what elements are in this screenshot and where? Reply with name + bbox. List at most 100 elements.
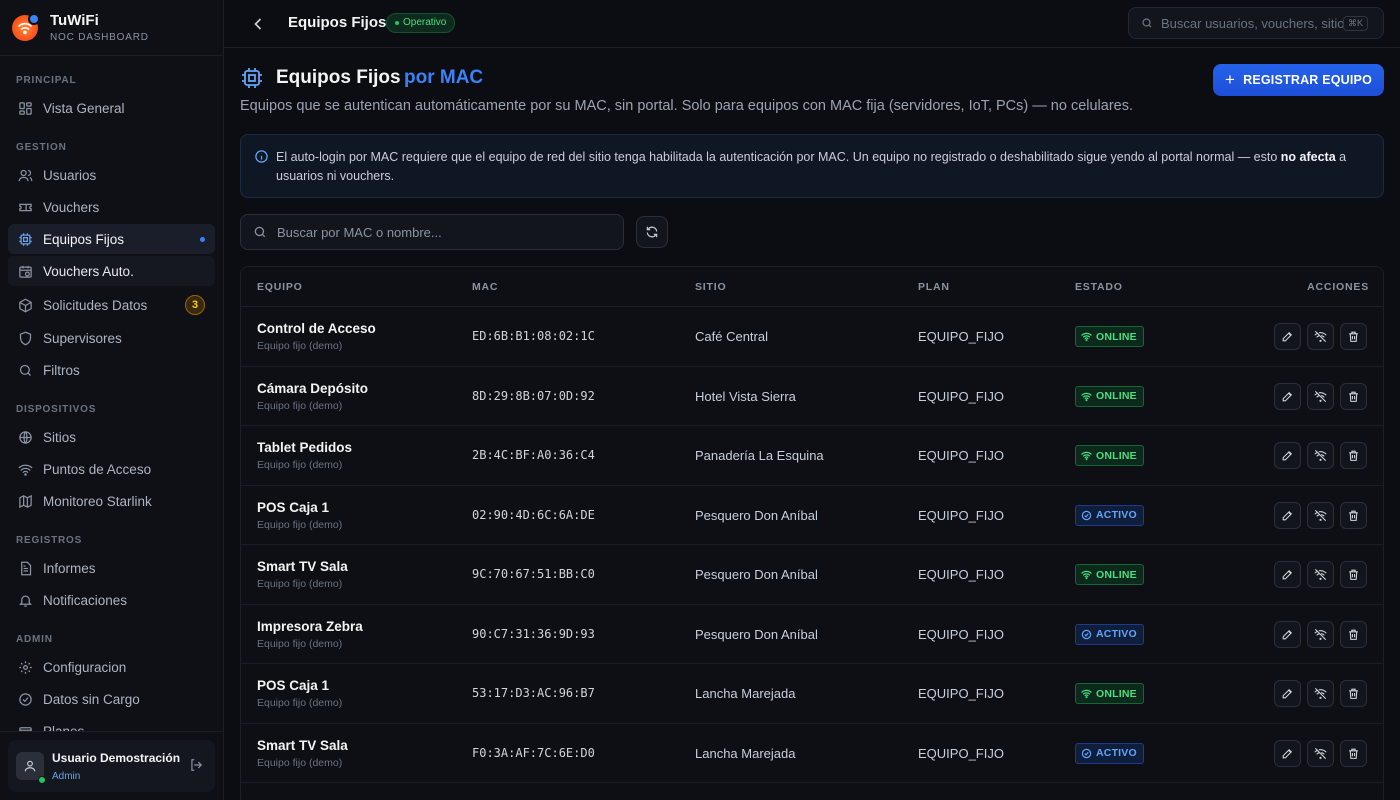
sidebar-item-vista-general[interactable]: Vista General [8,93,215,123]
delete-button[interactable] [1340,561,1367,588]
sidebar-item-vouchers-auto[interactable]: Vouchers Auto. [8,256,215,286]
device-search[interactable] [240,214,624,250]
device-mac: 8D:29:8B:07:0D:92 [472,388,595,403]
column-header-estado[interactable]: ESTADO [1075,281,1123,293]
info-alert: El auto-login por MAC requiere que el eq… [240,134,1384,198]
disable-button[interactable] [1307,680,1334,707]
keyboard-shortcut: ⌘K [1343,15,1369,31]
disable-button[interactable] [1307,501,1334,529]
register-device-button[interactable]: + REGISTRAR EQUIPO [1213,64,1384,96]
edit-button[interactable] [1274,501,1301,529]
pencil-icon [1281,390,1294,403]
brand-name: TuWiFi [50,12,99,29]
sidebar-item-solicitudes-datos[interactable]: Solicitudes Datos 3 [8,290,215,320]
device-name: Impresora Zebra [257,618,363,634]
sidebar-item-filtros[interactable]: Filtros [8,355,215,385]
sidebar-item-label: Supervisores [43,330,122,346]
refresh-button[interactable] [636,216,668,248]
sidebar-item-label: Vouchers [43,199,100,215]
info-text: El auto-login por MAC requiere que el eq… [276,148,1376,186]
sidebar-item-informes[interactable]: Informes [8,553,215,583]
disable-button[interactable] [1307,620,1334,648]
edit-button[interactable] [1274,680,1301,707]
status-text: ACTIVO [1096,628,1137,640]
table-row[interactable]: Control de Acceso Equipo fijo (demo) ED:6B… [241,307,1383,367]
wifi-off-icon [1314,449,1327,462]
device-site: Pesquero Don Aníbal [695,567,818,582]
sidebar-item-vouchers[interactable]: Vouchers [8,192,215,222]
status-badge: ONLINE [1075,683,1144,704]
delete-button[interactable] [1340,323,1367,350]
column-header-equipo[interactable]: EQUIPO [257,281,303,293]
sidebar-item-sitios[interactable]: Sitios [8,422,215,452]
device-name: Tablet Pedidos [257,440,353,455]
sidebar-item-equipos-fijos[interactable]: Equipos Fijos [8,224,215,254]
back-button[interactable] [248,14,268,34]
edit-button[interactable] [1274,739,1301,767]
wifi-icon [1081,689,1092,699]
logout-icon[interactable] [189,758,203,777]
device-site: Hotel Vista Sierra [695,388,796,404]
global-search[interactable]: ⌘K [1128,7,1384,39]
wifi-icon [1081,331,1096,342]
user-card[interactable]: Usuario Demostración Admin [8,740,215,792]
devices-table: EQUIPO MAC SITIO PLAN ESTADO ACCIONES Co… [240,266,1384,800]
disable-button[interactable] [1307,382,1334,410]
wifi-icon [1081,570,1092,580]
shield-icon [18,331,33,346]
sidebar-item-label: Datos sin Cargo [43,691,140,707]
sidebar-item-planes[interactable]: Planes [8,716,215,732]
column-header-plan[interactable]: PLAN [918,281,950,293]
globe-icon [18,430,33,445]
sidebar-item-label: Vouchers Auto. [43,263,134,279]
sidebar-item-puntos-acceso[interactable]: Puntos de Acceso [8,454,215,484]
column-header-sitio[interactable]: SITIO [695,281,726,293]
delete-button[interactable] [1340,680,1367,707]
table-row[interactable]: POS Caja 1 Equipo fijo (demo) 53:17:D3:AC:… [241,664,1383,724]
column-header-mac[interactable]: MAC [472,281,498,293]
brand[interactable]: TuWiFi NOC DASHBOARD [0,0,223,56]
table-row[interactable]: Impresora Zebra Equipo fijo (demo) 90:C7:3… [241,605,1383,664]
row-actions [1274,620,1367,648]
table-row[interactable]: Smart TV Sala Equipo fijo (demo) F0:3A:AF:… [241,724,1383,783]
disable-button[interactable] [1307,739,1334,767]
pencil-icon [1281,568,1294,581]
sidebar-item-label: Configuracion [43,659,127,675]
edit-button[interactable] [1274,382,1301,410]
global-search-input[interactable] [1161,15,1343,31]
sidebar-item-datos-sin-cargo[interactable]: Datos sin Cargo [8,684,215,714]
page-title-accent: por MAC [404,67,484,88]
table-row[interactable]: Cámara Depósito Equipo fijo (demo) 8D:29:8… [241,367,1383,426]
edit-button[interactable] [1274,323,1301,350]
trash-icon [1347,687,1360,700]
table-row[interactable]: Tablet Pedidos Equipo fijo (demo) 2B:4C:BF… [241,426,1383,486]
edit-button[interactable] [1274,620,1301,648]
edit-button[interactable] [1274,442,1301,469]
status-badge: ONLINE [1075,564,1144,585]
column-header-acciones: ACCIONES [1307,281,1369,293]
delete-button[interactable] [1340,620,1367,648]
row-actions [1274,501,1367,529]
delete-button[interactable] [1340,501,1367,529]
ticket-icon [18,200,33,215]
table-row[interactable]: POS Caja 1 Equipo fijo (demo) 02:90:4D:6C:… [241,486,1383,545]
sidebar-item-usuarios[interactable]: Usuarios [8,160,215,190]
sidebar-item-notificaciones[interactable]: Notificaciones [8,585,215,615]
section-dispositivos: DISPOSITIVOS [16,404,97,415]
table-row[interactable]: Smart TV Sala Equipo fijo (demo) 9C:70:67:… [241,545,1383,605]
disable-button[interactable] [1307,323,1334,350]
edit-button[interactable] [1274,561,1301,588]
device-site: Pesquero Don Aníbal [695,507,818,523]
sidebar-item-configuracion[interactable]: Configuracion [8,652,215,682]
disable-button[interactable] [1307,442,1334,469]
sidebar-item-monitoreo-starlink[interactable]: Monitoreo Starlink [8,486,215,516]
delete-button[interactable] [1340,442,1367,469]
cpu-icon [240,66,264,95]
disable-button[interactable] [1307,561,1334,588]
info-text-part: El auto-login por MAC requiere que el eq… [276,150,1281,164]
calendar-clock-icon [18,264,33,279]
delete-button[interactable] [1340,382,1367,410]
device-search-input[interactable] [277,224,607,240]
delete-button[interactable] [1340,739,1367,767]
sidebar-item-supervisores[interactable]: Supervisores [8,323,215,353]
